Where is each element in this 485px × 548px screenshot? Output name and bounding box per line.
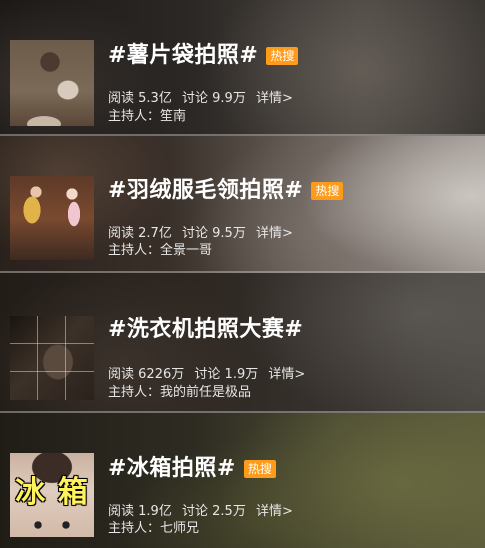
hot-badge: 热搜 [266, 47, 299, 65]
host-label: 主持人： [108, 109, 161, 124]
title-row: #洗衣机拍照大赛# [108, 316, 303, 344]
topic-title[interactable]: #洗衣机拍照大赛# [108, 316, 303, 344]
host-name[interactable]: 七师兄 [160, 521, 199, 536]
discuss-count: 讨论 2.5万 [182, 504, 246, 519]
discuss-label: 讨论 [194, 367, 221, 382]
title-row: #薯片袋拍照# 热搜 [108, 42, 299, 70]
details-link[interactable]: 详情> [256, 226, 293, 241]
discuss-label: 讨论 [181, 91, 208, 106]
topic-card-bingxiang[interactable]: 冰 箱 #冰箱拍照# 热搜 阅读 1.9亿 讨论 2.5万 详情> 主持人：七师… [0, 413, 485, 548]
topic-thumbnail[interactable] [10, 316, 94, 400]
topic-title[interactable]: #冰箱拍照# [108, 455, 236, 483]
topic-card-xiyiji[interactable]: #洗衣机拍照大赛# 阅读 6226万 讨论 1.9万 详情> 主持人：我的前任是… [0, 273, 485, 413]
topic-host: 主持人：笙南 [108, 108, 186, 126]
topic-title[interactable]: #羽绒服毛领拍照# [108, 177, 303, 205]
read-value: 6226万 [138, 367, 185, 382]
topic-card-yurongfu[interactable]: #羽绒服毛领拍照# 热搜 阅读 2.7亿 讨论 9.5万 详情> 主持人：全景一… [0, 136, 485, 273]
discuss-value: 1.9万 [224, 367, 259, 382]
details-link[interactable]: 详情> [256, 91, 293, 106]
read-label: 阅读 [108, 504, 135, 519]
topic-stats: 阅读 6226万 讨论 1.9万 详情> [108, 366, 311, 384]
topic-thumbnail[interactable] [10, 176, 94, 260]
discuss-count: 讨论 9.5万 [182, 226, 246, 241]
discuss-label: 讨论 [181, 226, 208, 241]
read-count: 阅读 5.3亿 [108, 91, 172, 106]
read-value: 1.9亿 [138, 504, 172, 519]
read-label: 阅读 [108, 367, 135, 382]
topic-list: #薯片袋拍照# 热搜 阅读 5.3亿 讨论 9.9万 详情> 主持人：笙南 #羽… [0, 0, 485, 548]
details-link[interactable]: 详情> [256, 504, 293, 519]
read-label: 阅读 [108, 91, 135, 106]
hot-badge: 热搜 [311, 182, 344, 200]
discuss-count: 讨论 1.9万 [194, 367, 258, 382]
read-count: 阅读 2.7亿 [108, 226, 172, 241]
discuss-label: 讨论 [181, 504, 208, 519]
topic-stats: 阅读 2.7亿 讨论 9.5万 详情> [108, 225, 299, 243]
topic-title[interactable]: #薯片袋拍照# [108, 42, 258, 70]
topic-host: 主持人：全景一哥 [108, 242, 212, 260]
host-label: 主持人： [108, 385, 161, 400]
read-count: 阅读 6226万 [108, 367, 184, 382]
discuss-value: 9.9万 [212, 91, 246, 106]
discuss-count: 讨论 9.9万 [182, 91, 246, 106]
host-label: 主持人： [108, 521, 161, 536]
host-name[interactable]: 全景一哥 [160, 243, 212, 258]
topic-stats: 阅读 1.9亿 讨论 2.5万 详情> [108, 503, 299, 521]
topic-host: 主持人：七师兄 [108, 520, 199, 538]
host-label: 主持人： [108, 243, 161, 258]
grid-overlay [10, 316, 94, 400]
read-count: 阅读 1.9亿 [108, 504, 172, 519]
title-row: #羽绒服毛领拍照# 热搜 [108, 177, 344, 205]
details-link[interactable]: 详情> [268, 367, 305, 382]
thumbnail-caption: 冰 箱 [15, 475, 89, 510]
topic-thumbnail[interactable] [10, 40, 94, 126]
read-value: 5.3亿 [138, 91, 172, 106]
host-name[interactable]: 我的前任是极品 [160, 385, 251, 400]
topic-host: 主持人：我的前任是极品 [108, 384, 251, 402]
read-value: 2.7亿 [138, 226, 172, 241]
topic-stats: 阅读 5.3亿 讨论 9.9万 详情> [108, 90, 299, 108]
read-label: 阅读 [108, 226, 135, 241]
discuss-value: 2.5万 [212, 504, 246, 519]
topic-thumbnail[interactable]: 冰 箱 [10, 453, 94, 537]
hot-badge: 热搜 [243, 460, 276, 478]
host-name[interactable]: 笙南 [160, 109, 186, 124]
discuss-value: 9.5万 [212, 226, 246, 241]
topic-card-shupian[interactable]: #薯片袋拍照# 热搜 阅读 5.3亿 讨论 9.9万 详情> 主持人：笙南 [0, 0, 485, 136]
title-row: #冰箱拍照# 热搜 [108, 455, 276, 483]
